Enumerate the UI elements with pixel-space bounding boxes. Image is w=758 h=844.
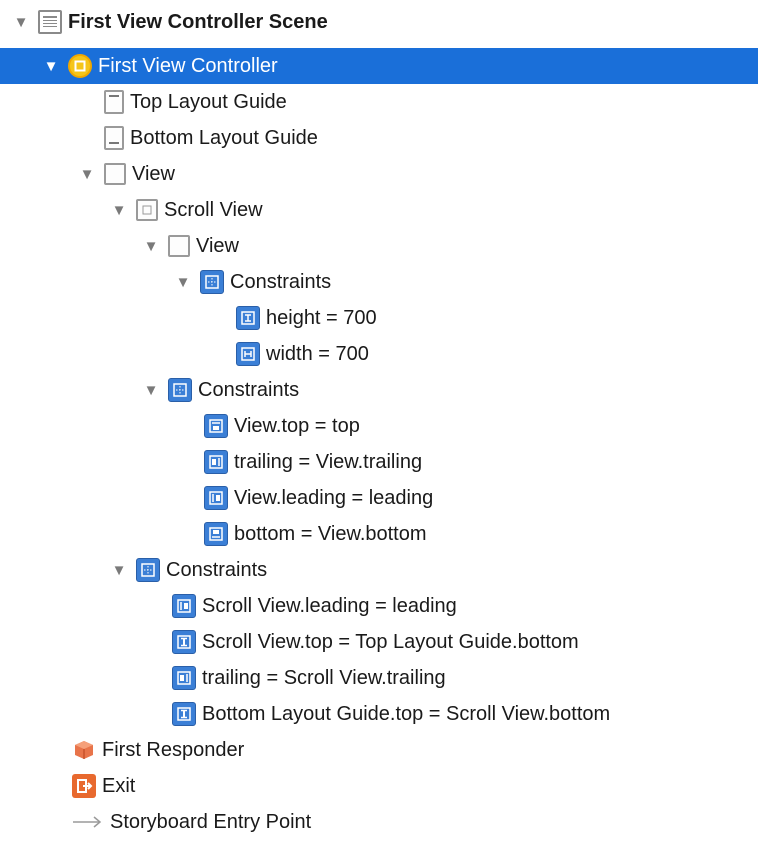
exit-label: Exit bbox=[102, 775, 136, 797]
bottom-view-constraint-label: bottom = View.bottom bbox=[234, 523, 427, 545]
constraints-icon bbox=[136, 558, 160, 582]
first-responder-label: First Responder bbox=[102, 739, 245, 761]
height-constraint-row[interactable]: height = 700 bbox=[0, 300, 758, 336]
view-leading-constraint-label: View.leading = leading bbox=[234, 487, 434, 509]
height-constraint-icon bbox=[236, 306, 260, 330]
view-row[interactable]: ▼ View bbox=[0, 156, 758, 192]
view-controller-row[interactable]: ▼ First View Controller bbox=[0, 48, 758, 84]
scene-title: First View Controller Scene bbox=[68, 11, 328, 33]
constraints-icon bbox=[168, 378, 192, 402]
constraints-label: Constraints bbox=[166, 559, 268, 581]
view-leading-constraint-row[interactable]: View.leading = leading bbox=[0, 480, 758, 516]
constraints-label: Constraints bbox=[198, 379, 300, 401]
trailing-constraint-icon bbox=[204, 450, 228, 474]
view-label: View bbox=[132, 163, 175, 185]
scene-row[interactable]: ▼ First View Controller Scene bbox=[0, 4, 758, 40]
view-icon bbox=[168, 235, 190, 257]
entry-point-row[interactable]: Storyboard Entry Point bbox=[0, 804, 758, 840]
disclosure-triangle-icon[interactable]: ▼ bbox=[10, 11, 32, 33]
leading-constraint-icon bbox=[204, 486, 228, 510]
exit-row[interactable]: Exit bbox=[0, 768, 758, 804]
constraints-label: Constraints bbox=[230, 271, 332, 293]
scene-icon bbox=[38, 10, 62, 34]
disclosure-triangle-icon[interactable]: ▼ bbox=[172, 271, 194, 293]
arrow-icon bbox=[72, 810, 102, 834]
scroll-view-label: Scroll View bbox=[164, 199, 263, 221]
constraints-scroll-row[interactable]: ▼ Constraints bbox=[0, 372, 758, 408]
trailing-view-constraint-label: trailing = View.trailing bbox=[234, 451, 423, 473]
bottom-view-constraint-row[interactable]: bottom = View.bottom bbox=[0, 516, 758, 552]
top-constraint-icon bbox=[204, 414, 228, 438]
view-icon bbox=[104, 163, 126, 185]
trailing-constraint-icon bbox=[172, 666, 196, 690]
scroll-top-constraint-row[interactable]: Scroll View.top = Top Layout Guide.botto… bbox=[0, 624, 758, 660]
inner-view-row[interactable]: ▼ View bbox=[0, 228, 758, 264]
layout-guide-icon bbox=[104, 126, 124, 150]
top-layout-guide-label: Top Layout Guide bbox=[130, 91, 287, 113]
width-constraint-icon bbox=[236, 342, 260, 366]
scroll-leading-constraint-label: Scroll View.leading = leading bbox=[202, 595, 457, 617]
first-responder-row[interactable]: First Responder bbox=[0, 732, 758, 768]
scroll-view-icon bbox=[136, 199, 158, 221]
disclosure-triangle-icon[interactable]: ▼ bbox=[140, 235, 162, 257]
layout-guide-icon bbox=[104, 90, 124, 114]
trailing-scroll-constraint-row[interactable]: trailing = Scroll View.trailing bbox=[0, 660, 758, 696]
first-responder-icon bbox=[72, 738, 96, 762]
vertical-spacing-constraint-icon bbox=[172, 702, 196, 726]
disclosure-triangle-icon[interactable]: ▼ bbox=[76, 163, 98, 185]
leading-constraint-icon bbox=[172, 594, 196, 618]
constraints-icon bbox=[200, 270, 224, 294]
scroll-leading-constraint-row[interactable]: Scroll View.leading = leading bbox=[0, 588, 758, 624]
inner-view-label: View bbox=[196, 235, 239, 257]
top-layout-guide-row[interactable]: Top Layout Guide bbox=[0, 84, 758, 120]
disclosure-triangle-icon[interactable]: ▼ bbox=[140, 379, 162, 401]
disclosure-triangle-icon[interactable]: ▼ bbox=[108, 199, 130, 221]
trailing-view-constraint-row[interactable]: trailing = View.trailing bbox=[0, 444, 758, 480]
constraints-inner-row[interactable]: ▼ Constraints bbox=[0, 264, 758, 300]
view-controller-title: First View Controller bbox=[98, 55, 278, 77]
bottom-constraint-icon bbox=[204, 522, 228, 546]
exit-icon bbox=[72, 774, 96, 798]
disclosure-triangle-icon[interactable]: ▼ bbox=[40, 55, 62, 77]
scroll-view-row[interactable]: ▼ Scroll View bbox=[0, 192, 758, 228]
width-constraint-row[interactable]: width = 700 bbox=[0, 336, 758, 372]
bottom-guide-constraint-row[interactable]: Bottom Layout Guide.top = Scroll View.bo… bbox=[0, 696, 758, 732]
scroll-top-constraint-label: Scroll View.top = Top Layout Guide.botto… bbox=[202, 631, 579, 653]
constraints-view-row[interactable]: ▼ Constraints bbox=[0, 552, 758, 588]
entry-point-label: Storyboard Entry Point bbox=[110, 811, 312, 833]
bottom-layout-guide-label: Bottom Layout Guide bbox=[130, 127, 318, 149]
view-controller-icon bbox=[68, 54, 92, 78]
height-constraint-label: height = 700 bbox=[266, 307, 377, 329]
width-constraint-label: width = 700 bbox=[266, 343, 369, 365]
view-top-constraint-label: View.top = top bbox=[234, 415, 360, 437]
trailing-scroll-constraint-label: trailing = Scroll View.trailing bbox=[202, 667, 446, 689]
vertical-spacing-constraint-icon bbox=[172, 630, 196, 654]
bottom-layout-guide-row[interactable]: Bottom Layout Guide bbox=[0, 120, 758, 156]
disclosure-triangle-icon[interactable]: ▼ bbox=[108, 559, 130, 581]
view-top-constraint-row[interactable]: View.top = top bbox=[0, 408, 758, 444]
bottom-guide-constraint-label: Bottom Layout Guide.top = Scroll View.bo… bbox=[202, 703, 611, 725]
